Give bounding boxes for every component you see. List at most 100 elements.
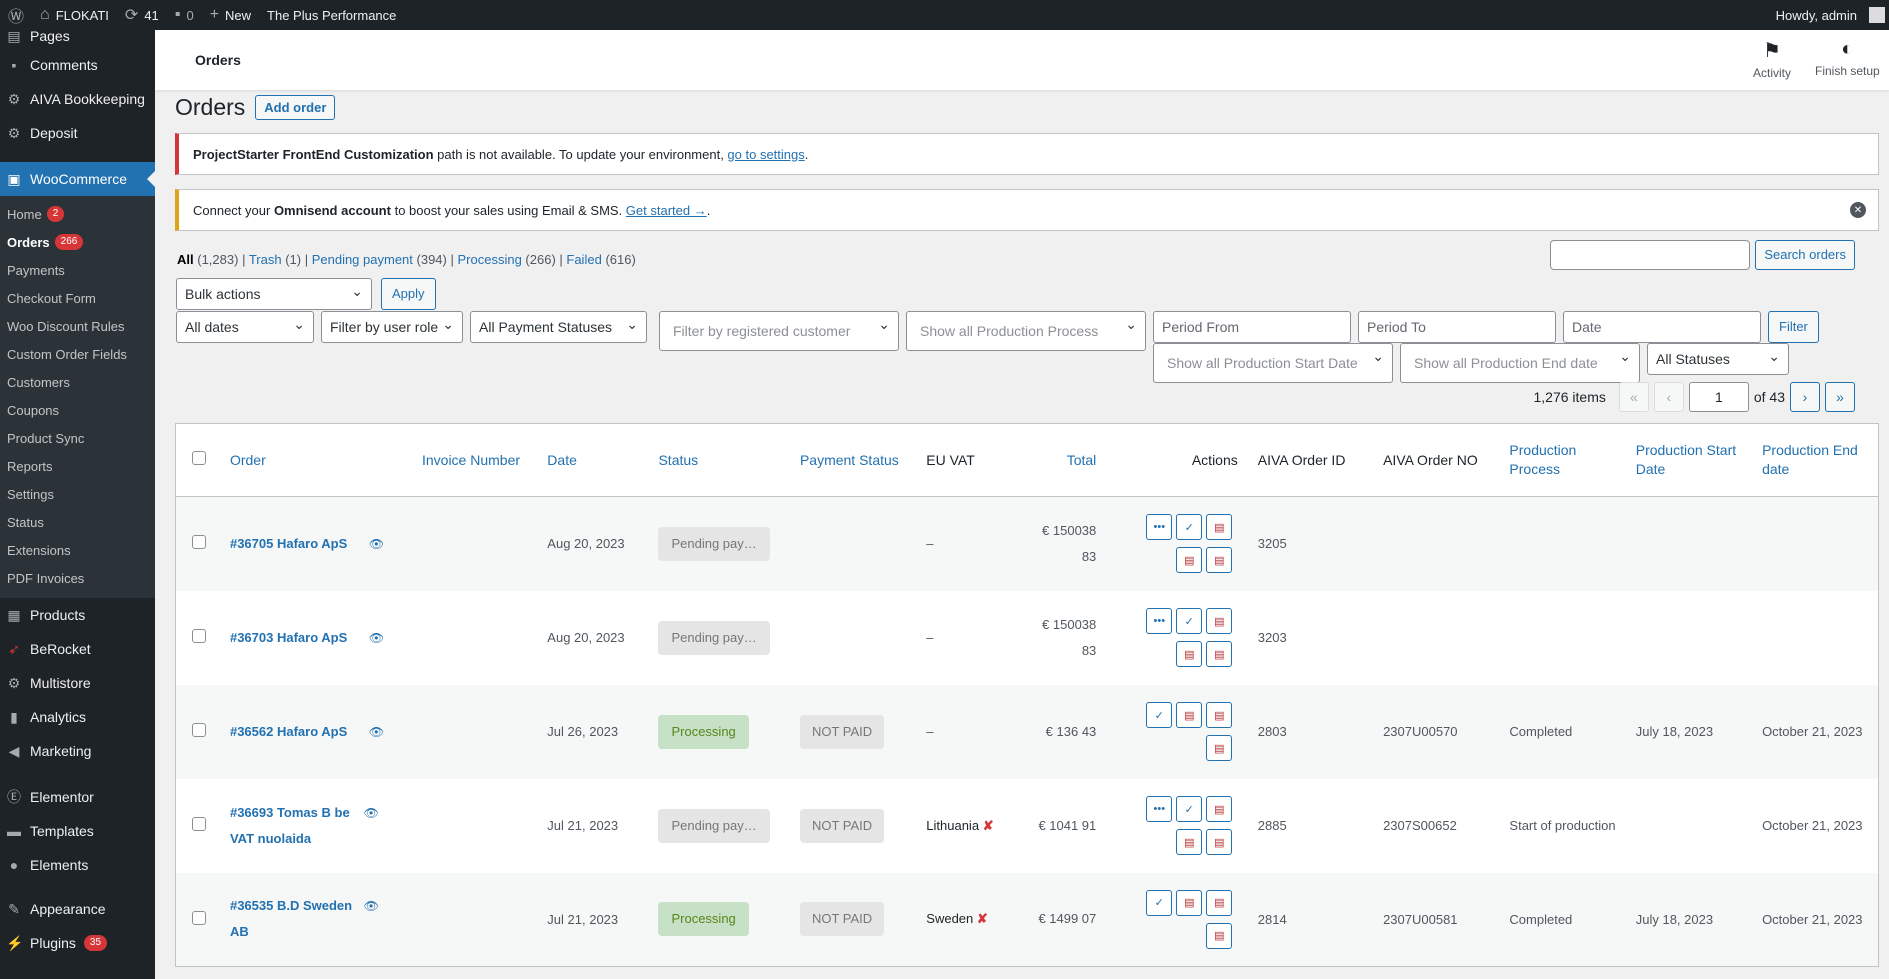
pdf-slip-icon[interactable]: ▤ [1176,829,1203,855]
menu-plugins[interactable]: ⚡ Plugins 35 [0,926,155,960]
eye-icon[interactable]: 👁 [364,899,379,913]
row-checkbox[interactable] [192,910,206,925]
select-all-checkbox[interactable] [192,450,206,465]
updates-link[interactable]: ⟳ 41 [117,0,167,30]
submenu-pdf[interactable]: PDF Invoices [0,564,155,592]
submenu-sync[interactable]: Product Sync [0,424,155,452]
submenu-checkout[interactable]: Checkout Form [0,284,155,312]
apply-button[interactable]: Apply [381,278,436,310]
menu-products[interactable]: ▦ Products [0,598,155,632]
close-icon[interactable]: ✕ [1850,202,1866,218]
check-icon[interactable]: ✓ [1146,702,1173,728]
search-input[interactable] [1550,240,1751,270]
pdf-proforma-icon[interactable]: ▤ [1206,547,1233,574]
submenu-status[interactable]: Status [0,508,155,536]
check-icon[interactable]: ✓ [1176,796,1203,822]
menu-aiva[interactable]: ⚙ AIVA Bookkeeping [0,82,155,116]
pdf-invoice-icon[interactable]: ▤ [1206,514,1233,541]
submenu-discount[interactable]: Woo Discount Rules [0,312,155,340]
eye-icon[interactable]: 👁 [369,631,384,645]
col-production-process[interactable]: Production Process [1499,423,1626,497]
check-icon[interactable]: ✓ [1146,889,1173,916]
first-page-button[interactable]: « [1618,382,1649,412]
eye-icon[interactable]: 👁 [369,537,384,551]
customer-select[interactable]: Filter by registered customer [659,311,899,351]
view-pending[interactable]: Pending payment [312,252,413,267]
submenu-orders[interactable]: Orders 266 [0,228,155,256]
row-checkbox[interactable] [192,817,206,831]
submenu-settings[interactable]: Settings [0,480,155,508]
menu-multistore[interactable]: ⚙ Multistore [0,666,155,700]
dates-select[interactable]: All dates [176,311,314,343]
plus-performance-link[interactable]: The Plus Performance [259,0,404,30]
submenu-reports[interactable]: Reports [0,452,155,480]
row-checkbox[interactable] [192,723,206,737]
pdf-invoice-icon[interactable]: ▤ [1176,702,1203,728]
finish-setup-button[interactable]: ◐ Finish setup [1815,38,1880,78]
order-link[interactable]: #36703 Hafaro ApS [230,630,347,645]
pdf-invoice-icon[interactable]: ▤ [1206,608,1233,634]
menu-marketing[interactable]: ◀ Marketing [0,734,155,768]
check-icon[interactable]: ✓ [1176,608,1203,634]
pdf-proforma-icon[interactable]: ▤ [1206,641,1233,667]
pdf-invoice-icon[interactable]: ▤ [1176,889,1203,916]
col-date[interactable]: Date [537,423,649,497]
go-to-settings-link[interactable]: go to settings [727,147,804,162]
pdf-proforma-icon[interactable]: ▤ [1206,735,1233,761]
more-icon[interactable]: ••• [1146,514,1173,541]
user-role-select[interactable]: Filter by user role [321,311,463,343]
view-trash[interactable]: Trash [249,252,282,267]
menu-woocommerce[interactable]: ▣ WooCommerce [0,162,155,196]
account-menu[interactable]: Howdy, admin [1768,0,1889,30]
col-production-end[interactable]: Production End date [1752,423,1879,497]
period-from-input[interactable]: Period From [1153,311,1351,343]
view-all[interactable]: All (1,283) [177,252,238,267]
table-row[interactable]: #36562 Hafaro ApS 👁 Jul 26, 2023 Process… [175,684,1879,779]
more-icon[interactable]: ••• [1146,608,1173,634]
table-row[interactable]: #36703 Hafaro ApS 👁 Aug 20, 2023 Pending… [176,591,1879,685]
pdf-slip-icon[interactable]: ▤ [1176,547,1203,574]
submenu-payments[interactable]: Payments [0,256,155,284]
submenu-extensions[interactable]: Extensions [0,536,155,564]
menu-elements[interactable]: ● Elements [0,848,155,882]
filter-button[interactable]: Filter [1768,311,1819,343]
col-production-start[interactable]: Production Start Date [1625,423,1753,497]
menu-berocket[interactable]: ➶ BeRocket [0,632,155,666]
col-order[interactable]: Order [219,423,412,497]
check-icon[interactable]: ✓ [1176,514,1203,541]
submenu-home[interactable]: Home 2 [0,200,155,228]
wp-logo[interactable]: Ⓦ [0,0,32,30]
bulk-actions-select[interactable]: Bulk actions [176,278,372,310]
period-to-input[interactable]: Period To [1358,311,1556,343]
more-icon[interactable]: ••• [1146,796,1173,822]
row-checkbox[interactable] [192,535,206,550]
row-checkbox[interactable] [192,629,206,643]
comments-link[interactable]: ▪ 0 [167,0,202,30]
production-start-select[interactable]: Show all Production Start Date [1153,343,1393,383]
pdf-slip-icon[interactable]: ▤ [1176,641,1203,667]
menu-pages[interactable]: ▤ Pages [0,30,155,48]
submenu-coupons[interactable]: Coupons [0,396,155,424]
pdf-slip-icon[interactable]: ▤ [1206,889,1233,916]
order-link[interactable]: #36535 B.D Sweden AB [230,893,360,945]
payment-status-select[interactable]: All Payment Statuses [470,311,647,343]
table-row[interactable]: #36693 Tomas B be VAT nuolaida 👁 Jul 21,… [176,779,1879,873]
pdf-proforma-icon[interactable]: ▤ [1206,922,1233,949]
submenu-customers[interactable]: Customers [0,368,155,396]
new-content-link[interactable]: + New [202,0,259,30]
col-total[interactable]: Total [1017,423,1107,497]
col-status[interactable]: Status [648,423,790,497]
menu-templates[interactable]: ▬ Templates [0,814,155,848]
pdf-proforma-icon[interactable]: ▤ [1206,829,1233,855]
production-end-select[interactable]: Show all Production End date [1400,343,1640,383]
table-row[interactable]: #36535 B.D Sweden AB 👁 Jul 21, 2023 Proc… [175,872,1879,967]
statuses-select[interactable]: All Statuses [1647,343,1789,375]
order-link[interactable]: #36693 Tomas B be VAT nuolaida [230,800,360,852]
menu-analytics[interactable]: ▮ Analytics [0,700,155,734]
prev-page-button[interactable]: ‹ [1653,382,1684,412]
table-row[interactable]: #36705 Hafaro ApS 👁 Aug 20, 2023 Pending… [175,496,1879,591]
last-page-button[interactable]: » [1825,382,1855,412]
date-input[interactable]: Date [1563,311,1761,343]
view-failed[interactable]: Failed [566,252,601,267]
eye-icon[interactable]: 👁 [369,725,384,739]
